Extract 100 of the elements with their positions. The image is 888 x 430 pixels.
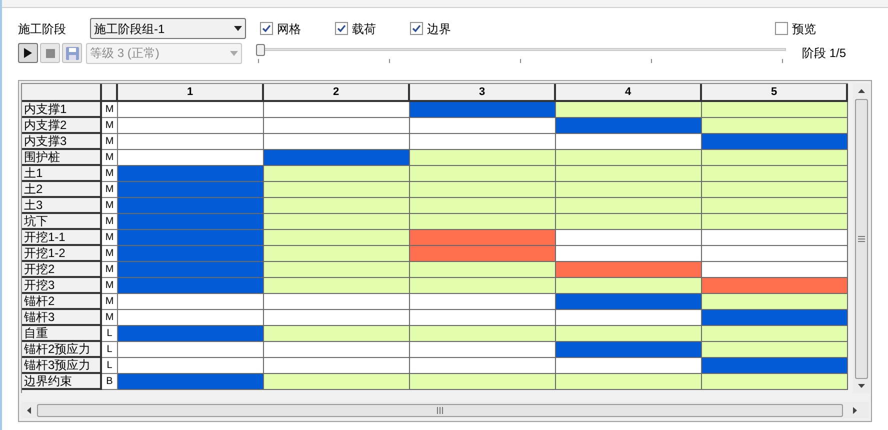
existing-cell[interactable] xyxy=(702,118,848,134)
existing-cell[interactable] xyxy=(556,150,702,166)
existing-cell[interactable] xyxy=(410,150,556,166)
row-header[interactable]: 内支撑3 xyxy=(22,134,102,150)
stage-group-dropdown[interactable]: 施工阶段组-1 xyxy=(90,18,246,39)
existing-cell[interactable] xyxy=(702,294,848,310)
existing-cell[interactable] xyxy=(264,374,410,390)
existing-cell[interactable] xyxy=(702,326,848,342)
row-header[interactable]: 内支撑2 xyxy=(22,118,102,134)
activated-cell[interactable] xyxy=(118,262,264,278)
row-header[interactable]: 开挖1-1 xyxy=(22,230,102,246)
existing-cell[interactable] xyxy=(264,182,410,198)
type-cell: M xyxy=(102,102,118,118)
checkbox[interactable] xyxy=(775,22,788,35)
activated-cell[interactable] xyxy=(118,246,264,262)
removed-cell[interactable] xyxy=(410,246,556,262)
checkbox[interactable] xyxy=(335,22,348,35)
existing-cell[interactable] xyxy=(410,326,556,342)
column-header[interactable]: 3 xyxy=(410,84,556,102)
column-header[interactable]: 5 xyxy=(702,84,848,102)
existing-cell[interactable] xyxy=(556,374,702,390)
row-header[interactable]: 土3 xyxy=(22,198,102,214)
activated-cell[interactable] xyxy=(264,150,410,166)
scroll-right-icon[interactable] xyxy=(853,406,857,414)
activated-cell[interactable] xyxy=(118,326,264,342)
existing-cell[interactable] xyxy=(556,182,702,198)
existing-cell[interactable] xyxy=(264,230,410,246)
existing-cell[interactable] xyxy=(264,326,410,342)
activated-cell[interactable] xyxy=(556,342,702,358)
activated-cell[interactable] xyxy=(118,198,264,214)
column-header[interactable]: 2 xyxy=(264,84,410,102)
existing-cell[interactable] xyxy=(702,166,848,182)
existing-cell[interactable] xyxy=(264,278,410,294)
row-header[interactable]: 坑下 xyxy=(22,214,102,230)
existing-cell[interactable] xyxy=(410,262,556,278)
existing-cell[interactable] xyxy=(556,326,702,342)
existing-cell[interactable] xyxy=(556,214,702,230)
activated-cell[interactable] xyxy=(118,214,264,230)
play-button[interactable] xyxy=(18,43,38,63)
activated-cell[interactable] xyxy=(118,166,264,182)
existing-cell[interactable] xyxy=(702,342,848,358)
checkbox[interactable] xyxy=(410,22,423,35)
horizontal-scrollbar[interactable] xyxy=(21,402,869,418)
activated-cell[interactable] xyxy=(702,358,848,374)
row-header[interactable]: 锚杆3 xyxy=(22,310,102,326)
column-header[interactable]: 1 xyxy=(118,84,264,102)
removed-cell[interactable] xyxy=(410,230,556,246)
checkbox[interactable] xyxy=(260,22,273,35)
activated-cell[interactable] xyxy=(410,102,556,118)
row-header[interactable]: 开挖1-2 xyxy=(22,246,102,262)
stage-slider[interactable] xyxy=(256,42,786,64)
slider-thumb[interactable] xyxy=(256,44,265,56)
existing-cell[interactable] xyxy=(702,374,848,390)
column-header[interactable]: 4 xyxy=(556,84,702,102)
activated-cell[interactable] xyxy=(702,310,848,326)
row-header[interactable]: 锚杆2预应力 xyxy=(22,342,102,358)
activated-cell[interactable] xyxy=(702,134,848,150)
existing-cell[interactable] xyxy=(556,278,702,294)
existing-cell[interactable] xyxy=(264,166,410,182)
existing-cell[interactable] xyxy=(702,198,848,214)
existing-cell[interactable] xyxy=(264,246,410,262)
existing-cell[interactable] xyxy=(410,278,556,294)
row-header[interactable]: 土1 xyxy=(22,166,102,182)
row-header[interactable]: 自重 xyxy=(22,326,102,342)
activated-cell[interactable] xyxy=(556,118,702,134)
scroll-left-icon[interactable] xyxy=(27,406,31,414)
existing-cell[interactable] xyxy=(556,102,702,118)
row-header[interactable]: 锚杆2 xyxy=(22,294,102,310)
vertical-scrollbar[interactable] xyxy=(853,83,870,393)
existing-cell[interactable] xyxy=(410,198,556,214)
scroll-down-icon[interactable] xyxy=(858,384,865,388)
checkbox-label: 预览 xyxy=(792,20,816,38)
existing-cell[interactable] xyxy=(410,166,556,182)
removed-cell[interactable] xyxy=(702,278,848,294)
existing-cell[interactable] xyxy=(264,262,410,278)
activated-cell[interactable] xyxy=(556,294,702,310)
activated-cell[interactable] xyxy=(118,230,264,246)
existing-cell[interactable] xyxy=(702,150,848,166)
existing-cell[interactable] xyxy=(702,102,848,118)
existing-cell[interactable] xyxy=(410,374,556,390)
row-header[interactable]: 围护桩 xyxy=(22,150,102,166)
row-header[interactable]: 开挖3 xyxy=(22,278,102,294)
existing-cell[interactable] xyxy=(556,166,702,182)
existing-cell[interactable] xyxy=(410,214,556,230)
row-header[interactable]: 开挖2 xyxy=(22,262,102,278)
existing-cell[interactable] xyxy=(702,214,848,230)
activated-cell[interactable] xyxy=(118,278,264,294)
existing-cell[interactable] xyxy=(702,182,848,198)
existing-cell[interactable] xyxy=(264,198,410,214)
scroll-up-icon[interactable] xyxy=(858,89,865,93)
activated-cell[interactable] xyxy=(118,182,264,198)
row-header[interactable]: 土2 xyxy=(22,182,102,198)
existing-cell[interactable] xyxy=(556,198,702,214)
activated-cell[interactable] xyxy=(118,374,264,390)
row-header[interactable]: 内支撑1 xyxy=(22,102,102,118)
removed-cell[interactable] xyxy=(556,262,702,278)
row-header[interactable]: 边界约束 xyxy=(22,374,102,390)
row-header[interactable]: 锚杆3预应力 xyxy=(22,358,102,374)
existing-cell[interactable] xyxy=(410,182,556,198)
existing-cell[interactable] xyxy=(264,214,410,230)
